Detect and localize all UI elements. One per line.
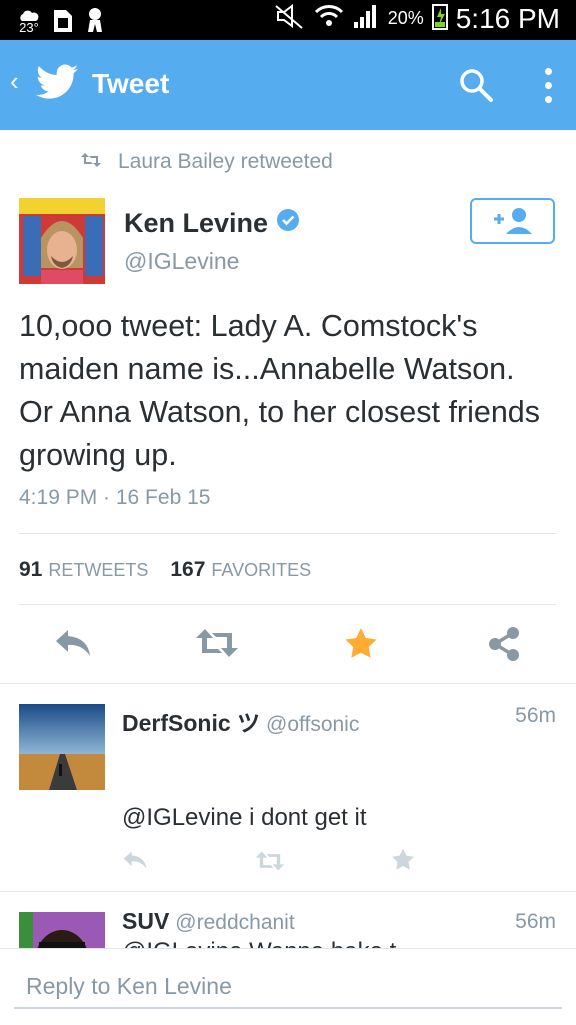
- retweet-context-text: Laura Bailey retweeted: [118, 150, 333, 173]
- app-bar: ‹ Tweet: [0, 40, 576, 130]
- wifi-icon: [314, 2, 344, 35]
- more-vertical-icon[interactable]: [540, 66, 556, 106]
- author-name-row[interactable]: Ken Levine: [124, 208, 300, 239]
- reply-bar: [0, 948, 576, 1025]
- reply-author[interactable]: SUV @reddchanit: [122, 908, 295, 935]
- sim-icon: [52, 6, 74, 37]
- reply-author-name: SUV: [122, 908, 170, 934]
- author-name[interactable]: Ken Levine: [124, 208, 268, 239]
- favorite-label: FAVORITES: [211, 560, 312, 580]
- author-handle[interactable]: @IGLevine: [124, 248, 239, 275]
- favorites-stat[interactable]: 167 FAVORITES: [170, 558, 311, 582]
- battery-percent: 20%: [387, 8, 424, 28]
- reply-item[interactable]: SUV@reddchanit 56m @IGLevine Wanna bake …: [0, 892, 576, 948]
- reply-item[interactable]: DerfSonic ツ @offsonic 56m @IGLevine i don…: [0, 684, 576, 890]
- share-icon[interactable]: [487, 626, 521, 667]
- retweet-action-icon[interactable]: [195, 627, 239, 664]
- reply-author-name: DerfSonic ツ: [122, 710, 261, 736]
- retweet-action-icon[interactable]: [255, 850, 285, 877]
- retweet-context: Laura Bailey retweeted: [80, 150, 333, 174]
- chevron-left-icon[interactable]: ‹: [10, 68, 19, 94]
- reply-icon[interactable]: [122, 850, 148, 875]
- battery-icon: [431, 2, 448, 35]
- weather-icon: 23°: [18, 10, 40, 34]
- reply-avatar[interactable]: [19, 704, 105, 790]
- verified-badge-icon: [276, 208, 300, 239]
- mute-icon: [274, 2, 306, 35]
- retweet-icon: [80, 150, 102, 174]
- signal-icon: [352, 2, 380, 35]
- divider: [19, 604, 556, 605]
- clock-text: 5:16 PM: [455, 2, 560, 34]
- reply-text: @IGLevine Wanna bake t...: [122, 938, 416, 948]
- favorite-star-icon[interactable]: [391, 848, 415, 876]
- reply-avatar[interactable]: [19, 912, 105, 948]
- tweet-timestamp: 4:19 PM · 16 Feb 15: [19, 486, 211, 509]
- follow-button[interactable]: [470, 198, 555, 244]
- divider: [19, 533, 556, 534]
- reply-author[interactable]: DerfSonic ツ @offsonic: [122, 704, 359, 738]
- reply-time: 56m: [515, 910, 556, 933]
- reply-time: 56m: [515, 704, 556, 727]
- tweet-text: 10,ooo tweet: Lady A. Comstock's maiden …: [19, 309, 541, 472]
- retweet-label: RETWEETS: [48, 560, 149, 580]
- twitter-bird-icon[interactable]: [36, 64, 78, 105]
- add-user-icon: [492, 206, 536, 241]
- notification-icon: [86, 6, 108, 37]
- page-title: Tweet: [92, 68, 170, 99]
- favorite-count: 167: [170, 558, 206, 581]
- reply-text: @IGLevine i dont get it: [122, 804, 367, 831]
- reply-author-handle: @offsonic: [266, 713, 360, 736]
- favorite-star-icon[interactable]: [344, 627, 378, 665]
- retweet-count: 91: [19, 558, 43, 581]
- search-icon[interactable]: [458, 67, 494, 108]
- reply-author-handle: @reddchanit: [175, 911, 295, 934]
- tweet-stats: 91 RETWEETS 167 FAVORITES: [19, 558, 311, 582]
- reply-icon[interactable]: [54, 628, 92, 663]
- author-avatar[interactable]: [19, 198, 105, 284]
- reply-input[interactable]: [14, 965, 562, 1009]
- temperature-text: 23°: [19, 19, 39, 35]
- status-bar: 23° 20% 5:16 PM: [0, 0, 576, 40]
- retweets-stat[interactable]: 91 RETWEETS: [19, 558, 148, 582]
